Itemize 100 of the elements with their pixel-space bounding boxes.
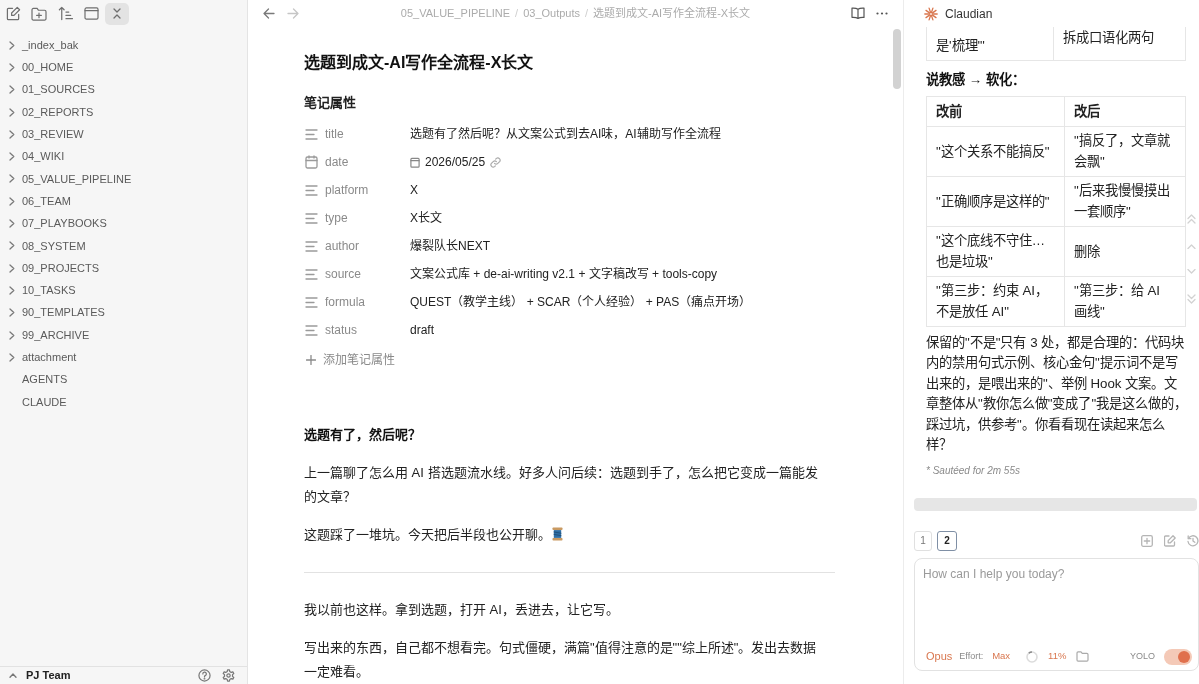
breadcrumb-separator: /: [585, 5, 589, 21]
usage-ring-icon: [1026, 650, 1039, 663]
chevron-right-icon: [9, 308, 15, 318]
session-tab[interactable]: 2: [937, 530, 957, 551]
lines-icon[interactable]: [304, 128, 318, 140]
folder-item[interactable]: 01_SOURCES: [22, 81, 95, 98]
folder-item[interactable]: 03_REVIEW: [22, 126, 84, 143]
property-value[interactable]: 选题有了然后呢？从文案公式到去AI味，AI辅助写作全流程: [410, 125, 721, 143]
property-key: status: [325, 321, 410, 339]
lines-icon[interactable]: [304, 212, 318, 224]
property-value[interactable]: X长文: [410, 209, 442, 227]
link-icon[interactable]: [490, 156, 502, 168]
double-chevron-up-icon[interactable]: [1187, 214, 1196, 224]
paragraph: 上一篇聊了怎么用 AI 搭选题流水线。好多人问后续：选题到手了，怎么把它变成一篇能发的文章？: [304, 464, 819, 506]
property-value[interactable]: 文案公式库 + de-ai-writing v2.1 + 文字稿改写 + tools-copy: [410, 265, 718, 283]
book-icon[interactable]: [851, 7, 865, 19]
double-chevron-down-icon[interactable]: [1187, 294, 1196, 304]
section-heading: 说教感 → 软化：: [926, 70, 1025, 89]
chat-input-box[interactable]: How can I help you today? Opus Effort: Max 11% YOLO: [914, 557, 1199, 671]
table-cell: "搞反了，文章就会飘": [1064, 126, 1186, 176]
property-value[interactable]: draft: [410, 321, 434, 339]
table-cell: "这个关系不能搞反": [926, 126, 1065, 176]
forward-arrow-icon[interactable]: [287, 7, 299, 19]
chevron-right-icon: [9, 263, 15, 273]
lines-icon[interactable]: [304, 296, 318, 308]
chevron-down-icon[interactable]: [1187, 269, 1196, 274]
chevron-right-icon: [9, 62, 15, 72]
vault-name[interactable]: PJ Team: [26, 669, 71, 682]
property-value[interactable]: QUEST（教学主线） + SCAR（个人经验） + PAS（痛点开场）: [410, 293, 752, 311]
folder-item[interactable]: 07_PLAYBOOKS: [22, 215, 107, 232]
chevron-right-icon: [9, 285, 15, 295]
property-key: formula: [325, 293, 410, 311]
folder-item[interactable]: 08_SYSTEM: [22, 237, 86, 255]
history-icon[interactable]: [1187, 534, 1199, 547]
scrollbar[interactable]: [914, 497, 1197, 511]
folder-item[interactable]: 05_VALUE_PIPELINE: [22, 170, 132, 188]
lines-icon[interactable]: [304, 184, 318, 196]
edit-icon[interactable]: [5, 6, 21, 21]
sort-icon[interactable]: [57, 6, 73, 21]
property-value[interactable]: X: [410, 181, 418, 199]
chevron-right-icon: [9, 352, 15, 362]
message-input[interactable]: How can I help you today?: [915, 558, 1198, 644]
column-header: 改后: [1064, 96, 1186, 126]
duration-note: * Sautéed for 2m 55s: [926, 463, 1020, 478]
chevron-up-icon[interactable]: [9, 673, 17, 678]
collapse-icon: [113, 8, 121, 19]
add-property-button[interactable]: 添加笔记属性: [306, 351, 395, 369]
property-key: platform: [325, 181, 410, 199]
folder-item[interactable]: 00_HOME: [22, 59, 74, 76]
table-cell: 拆成口语化两句: [1053, 27, 1186, 60]
chevron-right-icon: [9, 152, 15, 162]
table-cell: "正确顺序是这样的": [926, 176, 1065, 226]
table-cell: 删除: [1064, 226, 1186, 276]
property-key: source: [325, 265, 410, 283]
chevron-right-icon: [9, 107, 15, 117]
back-arrow-icon[interactable]: [263, 7, 275, 19]
panel-title: Claudian: [945, 5, 993, 23]
scrollbar-thumb[interactable]: [893, 29, 901, 89]
folder-item[interactable]: 09_PROJECTS: [22, 259, 100, 277]
folder-item[interactable]: _index_bak: [22, 36, 79, 54]
lines-icon[interactable]: [304, 268, 318, 280]
property-value[interactable]: 爆裂队长NEXT: [410, 237, 490, 255]
plus-square-icon[interactable]: [1141, 534, 1153, 547]
chevron-right-icon: [9, 129, 15, 139]
folder-item[interactable]: 06_TEAM: [22, 192, 71, 210]
folder-plus-icon[interactable]: [31, 6, 47, 21]
section-heading: 选题有了，然后呢？: [304, 426, 421, 444]
calendar-icon[interactable]: [304, 155, 318, 169]
starburst-icon: [924, 6, 938, 21]
folder-icon[interactable]: [1076, 651, 1090, 662]
chevron-right-icon: [9, 330, 15, 340]
mode-toggle[interactable]: [1164, 648, 1192, 665]
chevron-right-icon: [9, 219, 15, 228]
lines-icon[interactable]: [304, 240, 318, 252]
breadcrumb-separator: /: [515, 5, 519, 21]
chevron-right-icon: [9, 196, 15, 206]
property-key: author: [325, 237, 410, 255]
property-value[interactable]: 2026/05/25: [425, 153, 486, 171]
folder-item[interactable]: 99_ARCHIVE: [22, 326, 90, 344]
table-cell: "后来我慢慢摸出一套顺序": [1064, 176, 1186, 226]
more-icon[interactable]: [876, 11, 888, 15]
folder-item[interactable]: 90_TEMPLATES: [22, 304, 105, 321]
window-icon[interactable]: [83, 7, 99, 20]
folder-item[interactable]: 10_TASKS: [22, 282, 76, 299]
mode-label: YOLO: [1130, 649, 1155, 663]
table-cell: 是'梳理'": [926, 27, 1054, 60]
collapse-button[interactable]: [105, 2, 129, 25]
settings-icon[interactable]: [222, 669, 235, 682]
session-tab[interactable]: 1: [914, 530, 932, 551]
edit-icon[interactable]: [1164, 534, 1176, 547]
help-icon[interactable]: [198, 669, 211, 682]
table-cell: "第三步：给 AI 画线": [1064, 276, 1186, 326]
folder-item[interactable]: 02_REPORTS: [22, 103, 94, 121]
file-item[interactable]: AGENTS: [22, 371, 68, 388]
file-item[interactable]: CLAUDE: [22, 393, 67, 411]
plus-icon: [306, 355, 316, 365]
folder-item[interactable]: attachment: [22, 349, 77, 366]
folder-item[interactable]: 04_WIKI: [22, 148, 65, 165]
lines-icon[interactable]: [304, 324, 318, 336]
table-cell: "这个底线不守住…也是垃圾": [926, 226, 1065, 276]
